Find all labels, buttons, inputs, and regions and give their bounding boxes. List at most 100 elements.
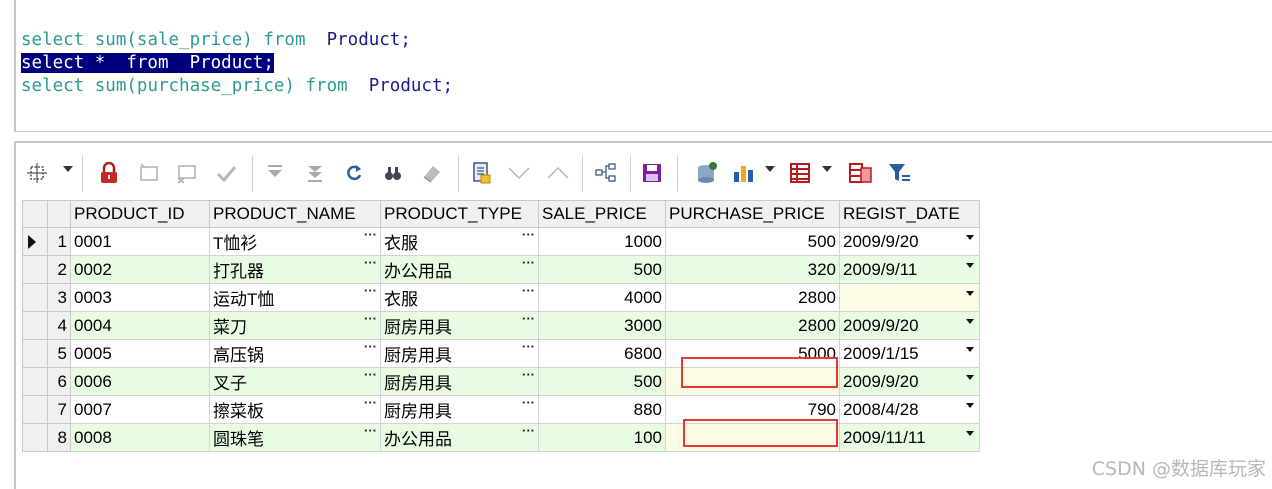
cell-product-id[interactable]: 0007 [70, 395, 210, 424]
row-indicator[interactable] [22, 395, 48, 424]
cell-sale-price[interactable]: 500 [538, 255, 666, 284]
ellipsis-button[interactable]: ··· [522, 257, 535, 270]
cell-regist-date[interactable]: 2009/9/20 [839, 367, 980, 396]
chart-icon[interactable] [730, 158, 756, 188]
clear-icon[interactable] [419, 158, 445, 188]
sql-line-3[interactable]: select sum(purchase_price) from Product; [21, 75, 453, 97]
cell-product-id[interactable]: 0001 [70, 227, 210, 256]
ellipsis-button[interactable]: ··· [364, 425, 377, 438]
table-row[interactable]: 2 0002 打孔器 ··· 办公用品 ··· 500 320 2009/9/11 [22, 255, 980, 284]
save-icon[interactable] [639, 158, 665, 188]
cell-product-name[interactable]: 叉子 ··· [209, 367, 381, 396]
ellipsis-button[interactable]: ··· [522, 369, 535, 382]
cell-sale-price[interactable]: 100 [538, 423, 666, 452]
row-indicator[interactable] [22, 423, 48, 452]
move-up-icon[interactable] [545, 158, 571, 188]
move-down-icon[interactable] [506, 158, 532, 188]
cell-purchase-price[interactable]: 320 [665, 255, 840, 284]
cell-product-type[interactable]: 衣服 ··· [380, 283, 539, 312]
row-indicator[interactable] [22, 367, 48, 396]
grid-layout-icon[interactable] [787, 158, 813, 188]
cell-regist-date[interactable]: 2009/9/11 [839, 255, 980, 284]
dropdown-arrow-icon[interactable] [966, 403, 974, 408]
chevron-down-icon[interactable] [63, 166, 73, 172]
row-indicator[interactable] [22, 311, 48, 340]
ellipsis-button[interactable]: ··· [364, 341, 377, 354]
ellipsis-button[interactable]: ··· [522, 285, 535, 298]
tree-icon[interactable] [593, 158, 619, 188]
ellipsis-button[interactable]: ··· [364, 369, 377, 382]
ellipsis-button[interactable]: ··· [522, 229, 535, 242]
cell-purchase-price[interactable]: 500 [665, 227, 840, 256]
cell-sale-price[interactable]: 1000 [538, 227, 666, 256]
ellipsis-button[interactable]: ··· [522, 425, 535, 438]
cell-sale-price[interactable]: 3000 [538, 311, 666, 340]
column-header[interactable]: PRODUCT_NAME [209, 200, 381, 228]
cell-product-id[interactable]: 0004 [70, 311, 210, 340]
dropdown-arrow-icon[interactable] [966, 375, 974, 380]
cell-sale-price[interactable]: 4000 [538, 283, 666, 312]
cell-purchase-price[interactable]: 2800 [665, 283, 840, 312]
sql-editor[interactable]: select sum(sale_price) from Product; sel… [14, 0, 1272, 132]
filter-icon[interactable] [887, 158, 913, 188]
cell-regist-date[interactable] [839, 283, 980, 312]
cell-product-name[interactable]: 运动T恤 ··· [209, 283, 381, 312]
row-indicator[interactable] [22, 339, 48, 368]
dropdown-arrow-icon[interactable] [966, 291, 974, 296]
db-upload-icon[interactable] [694, 158, 720, 188]
sql-line-1[interactable]: select sum(sale_price) from Product; [21, 29, 411, 51]
row-indicator[interactable] [22, 255, 48, 284]
cell-product-type[interactable]: 厨房用具 ··· [380, 395, 539, 424]
ellipsis-button[interactable]: ··· [364, 257, 377, 270]
table-row[interactable]: 3 0003 运动T恤 ··· 衣服 ··· 4000 2800 [22, 283, 980, 312]
cell-product-name[interactable]: 打孔器 ··· [209, 255, 381, 284]
columns-icon[interactable] [848, 158, 874, 188]
cell-product-type[interactable]: 办公用品 ··· [380, 255, 539, 284]
cancel-record-icon[interactable] [174, 158, 200, 188]
dropdown-arrow-icon[interactable] [966, 235, 974, 240]
chevron-down-icon[interactable] [765, 166, 775, 172]
dropdown-arrow-icon[interactable] [966, 347, 974, 352]
lock-icon[interactable] [96, 158, 122, 188]
cell-regist-date[interactable]: 2009/9/20 [839, 311, 980, 340]
cell-sale-price[interactable]: 880 [538, 395, 666, 424]
cell-product-name[interactable]: 高压锅 ··· [209, 339, 381, 368]
post-check-icon[interactable] [213, 158, 239, 188]
cell-product-type[interactable]: 办公用品 ··· [380, 423, 539, 452]
refresh-icon[interactable] [341, 158, 367, 188]
new-record-icon[interactable] [136, 158, 162, 188]
column-header[interactable]: SALE_PRICE [538, 200, 666, 228]
cell-product-name[interactable]: 菜刀 ··· [209, 311, 381, 340]
cell-product-id[interactable]: 0006 [70, 367, 210, 396]
cell-product-type[interactable]: 厨房用具 ··· [380, 311, 539, 340]
column-header[interactable]: PRODUCT_TYPE [380, 200, 539, 228]
ellipsis-button[interactable]: ··· [364, 397, 377, 410]
dropdown-arrow-icon[interactable] [966, 319, 974, 324]
cell-product-name[interactable]: T恤衫 ··· [209, 227, 381, 256]
dropdown-arrow-icon[interactable] [966, 263, 974, 268]
cell-product-id[interactable]: 0008 [70, 423, 210, 452]
ellipsis-button[interactable]: ··· [522, 341, 535, 354]
chevron-down-icon[interactable] [822, 166, 832, 172]
cell-product-name[interactable]: 擦菜板 ··· [209, 395, 381, 424]
cell-sale-price[interactable]: 6800 [538, 339, 666, 368]
panel-splitter[interactable] [14, 141, 1272, 143]
export-icon[interactable] [469, 158, 495, 188]
cell-product-name[interactable]: 圆珠笔 ··· [209, 423, 381, 452]
cell-product-id[interactable]: 0005 [70, 339, 210, 368]
cell-regist-date[interactable]: 2009/1/15 [839, 339, 980, 368]
cell-regist-date[interactable]: 2009/11/11 [839, 423, 980, 452]
column-header[interactable]: PRODUCT_ID [70, 200, 210, 228]
find-icon[interactable] [380, 158, 406, 188]
ellipsis-button[interactable]: ··· [364, 229, 377, 242]
row-indicator[interactable] [22, 227, 48, 256]
row-indicator[interactable] [22, 283, 48, 312]
move-icon[interactable] [24, 158, 50, 188]
cell-product-id[interactable]: 0003 [70, 283, 210, 312]
cell-sale-price[interactable]: 500 [538, 367, 666, 396]
first-record-icon[interactable] [262, 158, 288, 188]
column-header[interactable]: PURCHASE_PRICE [665, 200, 840, 228]
cell-product-id[interactable]: 0002 [70, 255, 210, 284]
cell-product-type[interactable]: 衣服 ··· [380, 227, 539, 256]
ellipsis-button[interactable]: ··· [364, 313, 377, 326]
